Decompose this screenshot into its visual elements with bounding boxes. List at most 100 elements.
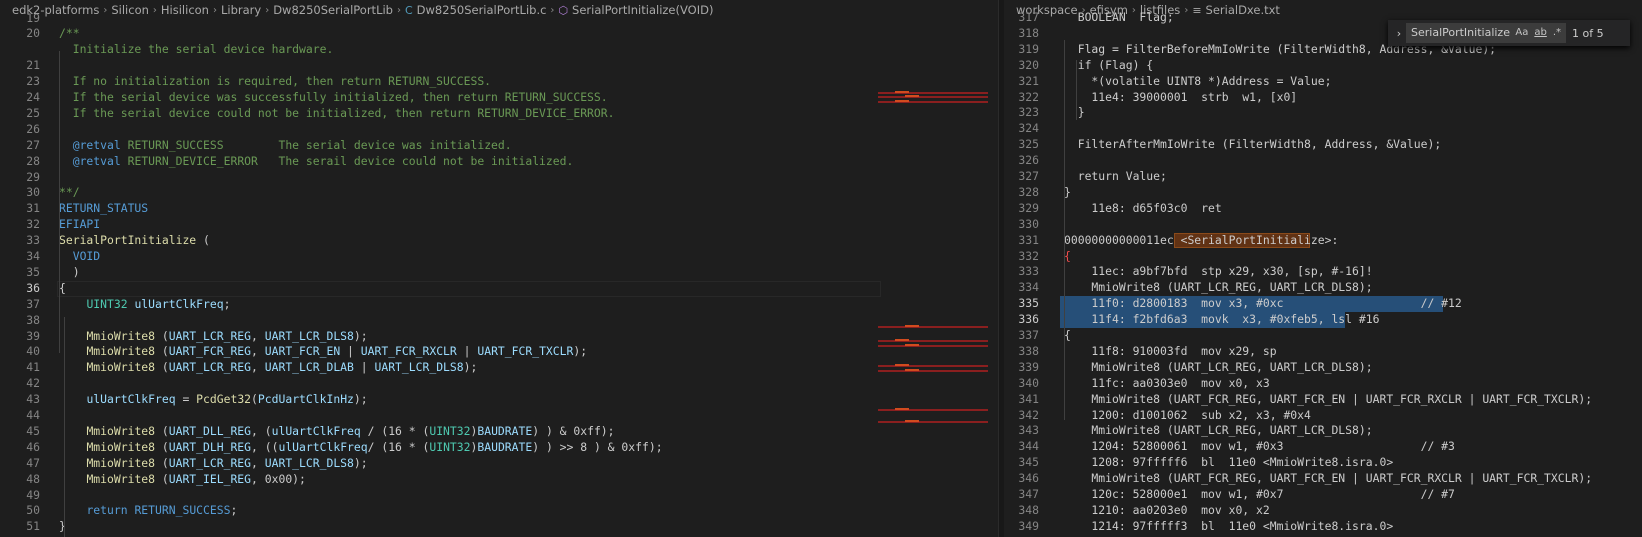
- code-line[interactable]: 23 If no initialization is required, the…: [0, 74, 998, 90]
- line-number: 344: [1018, 439, 1039, 454]
- code-line[interactable]: 24 If the serial device was successfully…: [0, 90, 998, 106]
- code-line[interactable]: 45 MmioWrite8 (UART_DLL_REG, (ulUartClkF…: [0, 424, 998, 440]
- code-line[interactable]: 341 MmioWrite8 (UART_FCR_REG, UART_FCR_E…: [1004, 392, 1642, 408]
- code-line[interactable]: 20 /**: [0, 26, 998, 42]
- code-line[interactable]: 31 RETURN_STATUS: [0, 201, 998, 217]
- regex-icon[interactable]: .*: [1553, 24, 1561, 42]
- code-line[interactable]: 328}: [1004, 185, 1642, 201]
- code-line[interactable]: 51}: [0, 519, 998, 535]
- code-line[interactable]: 324: [1004, 121, 1642, 137]
- code-line[interactable]: 21: [0, 58, 998, 74]
- code-text: return Value;: [1064, 169, 1167, 183]
- toggle-replace-icon[interactable]: ›: [1392, 27, 1406, 40]
- line-number: 23: [26, 74, 40, 89]
- code-line[interactable]: 332 {: [1004, 249, 1642, 265]
- code-line[interactable]: 344 1204: 52800061 mov w1, #0x3 // #3: [1004, 439, 1642, 455]
- code-line[interactable]: 43 ulUartClkFreq = PcdGet32(PcdUartClkIn…: [0, 392, 998, 408]
- code-text: 11fc: aa0303e0 mov x0, x3: [1064, 375, 1270, 390]
- code-line[interactable]: 342 1200: d1001062 sub x2, x3, #0x4: [1004, 408, 1642, 424]
- line-number: 339: [1018, 359, 1039, 374]
- code-line[interactable]: 345 1208: 97fffff6 bl 11e0 <MmioWrite8.i…: [1004, 455, 1642, 471]
- code-line[interactable]: 50 return RETURN_SUCCESS;: [0, 503, 998, 519]
- code-line[interactable]: 329 11e8: d65f03c0 ret: [1004, 201, 1642, 217]
- code-line[interactable]: 40 MmioWrite8 (UART_FCR_REG, UART_FCR_EN…: [0, 344, 998, 360]
- code-line[interactable]: 349 1214: 97fffff3 bl 11e0 <MmioWrite8.i…: [1004, 519, 1642, 535]
- code-line[interactable]: 19: [0, 11, 998, 27]
- code-line[interactable]: 331 00000000000011ec <SerialPortInitializ…: [1004, 233, 1642, 249]
- code-line[interactable]: 36 {: [0, 281, 998, 297]
- code-line[interactable]: 327 return Value;: [1004, 169, 1642, 185]
- code-text: If no initialization is required, then r…: [59, 74, 492, 89]
- code-text: MmioWrite8 (UART_LCR_REG, UART_LCR_DLS8)…: [86, 455, 368, 470]
- code-line[interactable]: 30 **/: [0, 185, 998, 201]
- code-text: {: [1064, 248, 1071, 263]
- code-line[interactable]: 320 if (Flag) {: [1004, 58, 1642, 74]
- code-line[interactable]: 330: [1004, 217, 1642, 233]
- code-line[interactable]: 338 11f8: 910003fd mov x29, sp: [1004, 344, 1642, 360]
- overview-ruler-mark: [895, 339, 909, 341]
- code-line[interactable]: 333 11ec: a9bf7bfd stp x29, x30, [sp, #-…: [1004, 264, 1642, 280]
- line-number: 27: [26, 137, 40, 152]
- line-number: 51: [26, 519, 40, 534]
- code-line[interactable]: 322 11e4: 39000001 strb w1, [x0]: [1004, 90, 1642, 106]
- code-line[interactable]: 26: [0, 122, 998, 138]
- code-line[interactable]: 25 If the serial device could not be ini…: [0, 106, 998, 122]
- line-number: 30: [26, 185, 40, 200]
- code-text: @retval RETURN_SUCCESS The serial device…: [72, 137, 512, 152]
- overview-ruler-mark: [905, 325, 919, 327]
- code-text: 11e8: d65f03c0 ret: [1064, 200, 1222, 215]
- line-number: 342: [1018, 407, 1039, 422]
- code-text: @retval RETURN_DEVICE_ERROR The serail d…: [72, 153, 574, 168]
- code-line[interactable]: 35 ): [0, 265, 998, 281]
- code-line[interactable]: 28 @retval RETURN_DEVICE_ERROR The serai…: [0, 154, 998, 170]
- code-line[interactable]: 321 *(volatile UINT8 *)Address = Value;: [1004, 74, 1642, 90]
- whole-word-icon[interactable]: ab: [1534, 24, 1546, 42]
- code-line[interactable]: 29: [0, 170, 998, 186]
- code-text: }: [1064, 105, 1085, 120]
- code-line[interactable]: 41 MmioWrite8 (UART_LCR_REG, UART_LCR_DL…: [0, 360, 998, 376]
- left-editor[interactable]: edk2-platforms › Silicon › Hisilicon › Library…: [0, 0, 998, 537]
- code-line[interactable]: 34 VOID: [0, 249, 998, 265]
- code-line[interactable]: 38: [0, 313, 998, 329]
- find-input[interactable]: SerialPortInitialize Aa ab .*: [1406, 23, 1566, 43]
- code-line[interactable]: 339 MmioWrite8 (UART_LCR_REG, UART_LCR_D…: [1004, 360, 1642, 376]
- code-line[interactable]: 348 1210: aa0203e0 mov x0, x2: [1004, 503, 1642, 519]
- code-line[interactable]: 334 MmioWrite8 (UART_LCR_REG, UART_LCR_D…: [1004, 280, 1642, 296]
- code-text: 1200: d1001062 sub x2, x3, #0x4: [1064, 407, 1311, 422]
- line-number: 48: [26, 471, 40, 486]
- code-line[interactable]: 37 UINT32 ulUartClkFreq;: [0, 297, 998, 313]
- code-line[interactable]: 326: [1004, 153, 1642, 169]
- line-number: 347: [1018, 487, 1039, 501]
- code-line[interactable]: 42: [0, 376, 998, 392]
- match-case-icon[interactable]: Aa: [1515, 24, 1528, 42]
- code-line[interactable]: 337 {: [1004, 328, 1642, 344]
- code-line[interactable]: 340 11fc: aa0303e0 mov x0, x3: [1004, 376, 1642, 392]
- code-line[interactable]: 346 MmioWrite8 (UART_FCR_REG, UART_FCR_E…: [1004, 471, 1642, 487]
- code-line[interactable]: 323 }: [1004, 105, 1642, 121]
- code-text: MmioWrite8 (UART_FCR_REG, UART_FCR_EN | …: [86, 344, 588, 359]
- code-line[interactable]: 347 120c: 528000e1 mov w1, #0x7 // #7: [1004, 487, 1642, 503]
- code-line[interactable]: 335 11f0: d2800183 mov x3, #0xc // #12: [1004, 296, 1642, 312]
- code-text: BOOLEAN Flag;: [1064, 10, 1174, 24]
- code-line[interactable]: 336 11f4: f2bfd6a3 movk x3, #0xfeb5, lsl…: [1004, 312, 1642, 328]
- code-line[interactable]: 49: [0, 488, 998, 504]
- code-line[interactable]: 44: [0, 408, 998, 424]
- line-number: 345: [1018, 455, 1039, 470]
- code-line[interactable]: 343 MmioWrite8 (UART_LCR_REG, UART_LCR_D…: [1004, 423, 1642, 439]
- code-line[interactable]: 33 SerialPortInitialize (: [0, 233, 998, 249]
- line-number: 349: [1018, 518, 1039, 533]
- code-text: MmioWrite8 (UART_LCR_REG, UART_LCR_DLS8)…: [1064, 280, 1373, 295]
- code-line[interactable]: 27 @retval RETURN_SUCCESS The serial dev…: [0, 138, 998, 154]
- code-line[interactable]: 48 MmioWrite8 (UART_IEL_REG, 0x00);: [0, 472, 998, 488]
- code-line[interactable]: 47 MmioWrite8 (UART_LCR_REG, UART_LCR_DL…: [0, 456, 998, 472]
- code-line[interactable]: 46 MmioWrite8 (UART_DLH_REG, ((ulUartClk…: [0, 440, 998, 456]
- code-line[interactable]: 325 FilterAfterMmIoWrite (FilterWidth8, …: [1004, 137, 1642, 153]
- line-number: 317: [1018, 10, 1039, 24]
- code-text: MmioWrite8 (UART_DLH_REG, ((ulUartClkFre…: [86, 439, 663, 454]
- code-line[interactable]: 32 EFIAPI: [0, 217, 998, 233]
- overview-ruler-mark: [878, 326, 988, 328]
- line-number: 341: [1018, 391, 1039, 406]
- code-line[interactable]: 39 MmioWrite8 (UART_LCR_REG, UART_LCR_DL…: [0, 329, 998, 345]
- code-line[interactable]: Initialize the serial device hardware.: [0, 42, 998, 58]
- right-editor[interactable]: workspace › efisym › listfiles › ≡ SerialDxe.tx…: [1004, 0, 1642, 537]
